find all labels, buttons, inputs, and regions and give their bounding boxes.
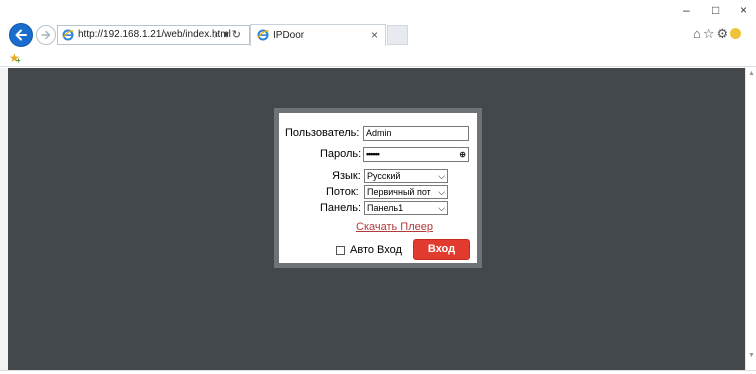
new-tab-button[interactable]	[387, 25, 408, 45]
login-panel: Пользователь: Admin Пароль: •••••• ⊕ Язы…	[279, 113, 477, 263]
password-input[interactable]: •••••• ⊕	[363, 147, 469, 162]
back-button[interactable]	[9, 23, 33, 47]
tab-title: IPDoor	[273, 30, 305, 41]
address-url[interactable]: http://192.168.1.21/web/index.html	[78, 29, 231, 40]
chevron-down-icon: ⌵	[438, 203, 445, 213]
arrow-left-icon	[15, 29, 27, 41]
stream-label: Поток:	[326, 186, 359, 198]
stream-select-value: Первичный пот	[367, 187, 431, 197]
auto-login-checkbox[interactable]	[336, 246, 345, 255]
window-bottom-edge	[0, 370, 756, 374]
window-maximize-button[interactable]: □	[712, 3, 719, 17]
password-value: ••••••	[366, 149, 380, 159]
address-search-refresh-icons[interactable]: ⌕ ▾ ↻	[214, 28, 241, 42]
feedback-smiley-icon[interactable]	[730, 28, 742, 39]
username-input[interactable]: Admin	[363, 126, 469, 141]
arrow-right-icon	[41, 30, 51, 40]
window-close-button[interactable]: ×	[740, 3, 747, 17]
chevron-down-icon: ⌵	[438, 171, 445, 181]
favorites-star-icon[interactable]: ☆	[703, 26, 715, 41]
auto-login-label: Авто Вход	[350, 244, 402, 256]
panel-label: Панель:	[320, 202, 362, 214]
language-select[interactable]: Русский ⌵	[364, 169, 448, 183]
window-minimize-button[interactable]: –	[683, 3, 690, 17]
panel-select-value: Панель1	[367, 203, 404, 213]
favorites-bar: ★ +	[0, 50, 756, 67]
chevron-down-icon: ⌵	[438, 187, 445, 197]
stream-select[interactable]: Первичный пот ⌵	[364, 185, 448, 199]
home-icon[interactable]: ⌂	[693, 26, 701, 41]
login-panel-frame: Пользователь: Admin Пароль: •••••• ⊕ Язы…	[274, 108, 482, 268]
tab-close-icon[interactable]: ×	[371, 28, 378, 42]
settings-gear-icon[interactable]: ⚙	[717, 26, 729, 41]
toolbar-icons: ⌂ ☆ ⚙	[693, 26, 743, 42]
tab-ipdoor[interactable]: IPDoor ×	[250, 24, 386, 46]
vertical-scrollbar[interactable]: ▲ ▼	[745, 68, 756, 370]
browser-titlebar: http://192.168.1.21/web/index.html ⌕ ▾ ↻…	[0, 0, 756, 50]
viewport-left-edge	[0, 68, 8, 370]
reveal-password-icon[interactable]: ⊕	[459, 148, 466, 161]
ie-logo-icon	[62, 29, 74, 41]
page-viewport: Пользователь: Admin Пароль: •••••• ⊕ Язы…	[8, 68, 745, 370]
download-player-link[interactable]: Скачать Плеер	[356, 221, 433, 233]
panel-select[interactable]: Панель1 ⌵	[364, 201, 448, 215]
scroll-down-icon[interactable]: ▼	[748, 352, 755, 359]
language-select-value: Русский	[367, 171, 401, 181]
address-bar[interactable]: http://192.168.1.21/web/index.html ⌕ ▾ ↻	[57, 25, 250, 45]
forward-button[interactable]	[36, 25, 56, 45]
login-button[interactable]: Вход	[413, 239, 470, 260]
ie-logo-icon	[257, 29, 269, 41]
scroll-up-icon[interactable]: ▲	[748, 70, 755, 77]
language-label: Язык:	[332, 170, 361, 182]
add-plus-icon: +	[16, 56, 21, 65]
username-label: Пользователь:	[285, 127, 360, 139]
password-label: Пароль:	[320, 148, 362, 160]
